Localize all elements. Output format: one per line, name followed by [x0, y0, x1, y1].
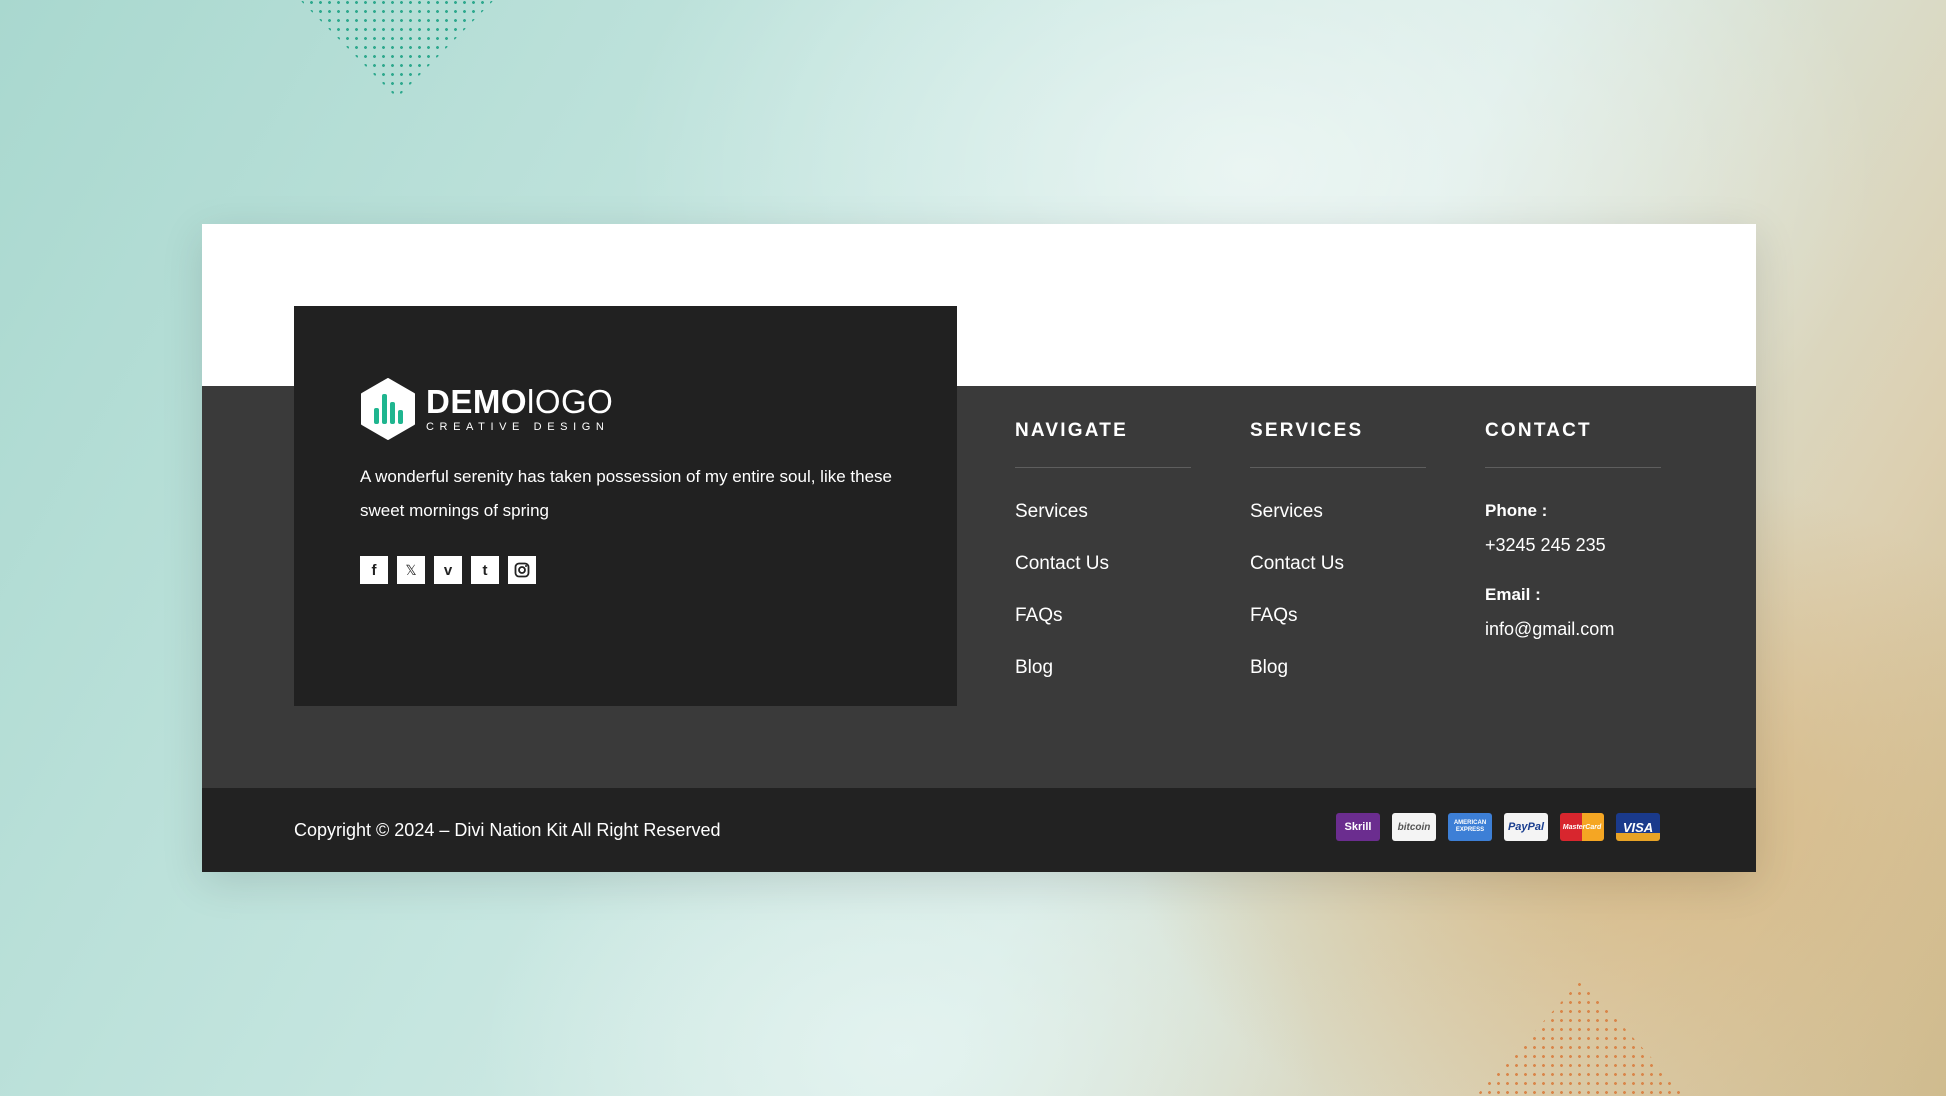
social-links: f 𝕏 v t — [360, 556, 536, 584]
about-description: A wonderful serenity has taken possessio… — [360, 467, 893, 520]
footer-bottom-bar: Copyright © 2024 – Divi Nation Kit All R… — [202, 788, 1756, 872]
copyright-text: Copyright © 2024 – Divi Nation Kit All R… — [294, 820, 721, 840]
nav-link-services[interactable]: Services — [1015, 486, 1191, 538]
logo-mark-icon — [361, 378, 415, 440]
navigate-heading: NAVIGATE — [1015, 420, 1128, 441]
service-link-services[interactable]: Services — [1250, 486, 1426, 538]
brand-logo[interactable]: DEMOlOGO CREATIVE DESIGN — [360, 378, 613, 440]
divider — [1015, 467, 1191, 468]
contact-info: Phone : +3245 245 235 Email : info@gmail… — [1485, 494, 1661, 646]
services-list: Services Contact Us FAQs Blog — [1250, 486, 1426, 694]
phone-number[interactable]: +3245 245 235 — [1485, 528, 1661, 562]
service-link-blog[interactable]: Blog — [1250, 642, 1426, 694]
navigate-column: NAVIGATE Services Contact Us FAQs Blog — [1015, 418, 1191, 694]
instagram-glyph — [514, 562, 530, 578]
skrill-icon: Skrill — [1336, 813, 1380, 841]
divider — [1485, 467, 1661, 468]
visa-icon: VISA — [1616, 813, 1660, 841]
contact-column: CONTACT Phone : +3245 245 235 Email : in… — [1485, 418, 1661, 646]
mastercard-icon: MasterCard — [1560, 813, 1604, 841]
american-express-icon: AMERICAN EXPRESS — [1448, 813, 1492, 841]
services-column: SERVICES Services Contact Us FAQs Blog — [1250, 418, 1426, 694]
decorative-dot-triangle-top — [298, 0, 496, 98]
nav-link-faqs[interactable]: FAQs — [1015, 590, 1191, 642]
nav-link-contact-us[interactable]: Contact Us — [1015, 538, 1191, 590]
contact-heading: CONTACT — [1485, 420, 1592, 441]
instagram-icon[interactable] — [508, 556, 536, 584]
logo-name: DEMOlOGO — [426, 383, 614, 420]
payment-methods: Skrill bitcoin AMERICAN EXPRESS PayPal M… — [1336, 813, 1660, 841]
bitcoin-icon: bitcoin — [1392, 813, 1436, 841]
logo-tagline: CREATIVE DESIGN — [426, 421, 610, 433]
services-heading: SERVICES — [1250, 420, 1364, 441]
decorative-dot-triangle-bottom — [1476, 980, 1686, 1096]
email-label: Email : — [1485, 585, 1541, 604]
about-panel: DEMOlOGO CREATIVE DESIGN A wonderful ser… — [294, 306, 957, 706]
tumblr-icon[interactable]: t — [471, 556, 499, 584]
phone-label: Phone : — [1485, 501, 1548, 520]
navigate-list: Services Contact Us FAQs Blog — [1015, 486, 1191, 694]
facebook-icon[interactable]: f — [360, 556, 388, 584]
nav-link-blog[interactable]: Blog — [1015, 642, 1191, 694]
service-link-contact-us[interactable]: Contact Us — [1250, 538, 1426, 590]
site-footer: Copyright © 2024 – Divi Nation Kit All R… — [202, 224, 1756, 872]
email-address[interactable]: info@gmail.com — [1485, 612, 1661, 646]
logo-wordmark: DEMOlOGO CREATIVE DESIGN — [426, 383, 614, 434]
vimeo-icon[interactable]: v — [434, 556, 462, 584]
x-icon[interactable]: 𝕏 — [397, 556, 425, 584]
paypal-icon: PayPal — [1504, 813, 1548, 841]
service-link-faqs[interactable]: FAQs — [1250, 590, 1426, 642]
divider — [1250, 467, 1426, 468]
